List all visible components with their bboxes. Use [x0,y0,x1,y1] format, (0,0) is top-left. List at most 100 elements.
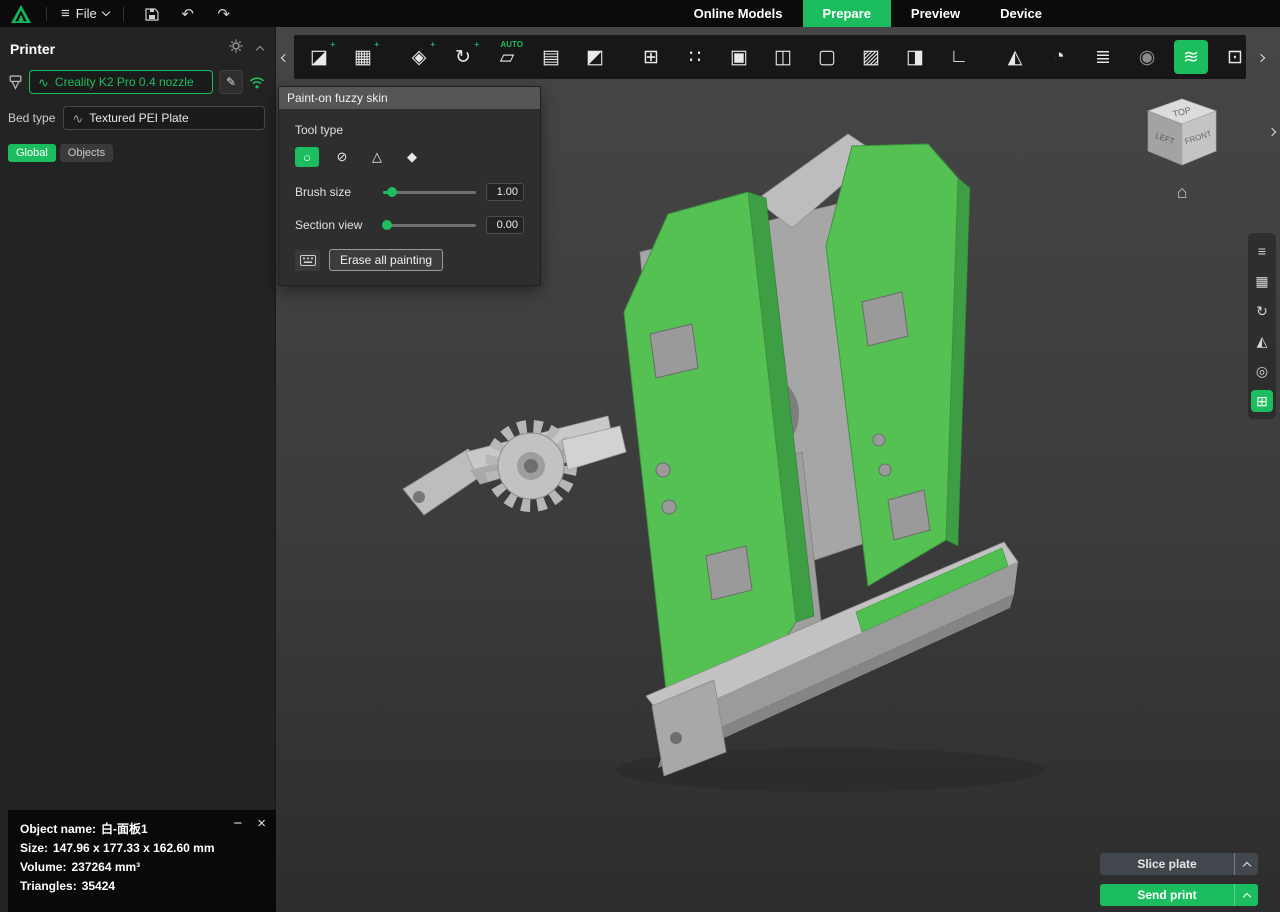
printer-settings-button[interactable] [229,39,243,58]
calibration-button[interactable]: ◎ [1251,360,1273,382]
section-view-slider-thumb[interactable] [382,220,392,230]
brush-size-slider[interactable] [383,191,476,194]
object-volume-value: 237264 mm³ [71,858,140,877]
circle-brush-button[interactable]: ○ [295,147,319,167]
send-options-button[interactable] [1234,884,1258,906]
keyboard-icon [300,255,316,266]
fill-bucket-button[interactable]: ◆ [400,147,424,167]
auto-arrange-button[interactable]: ◈+ [402,40,436,74]
printer-select[interactable]: ∿ Creality K2 Pro 0.4 nozzle [29,70,213,94]
tab-device[interactable]: Device [980,0,1062,27]
save-button[interactable] [138,0,166,27]
sphere-brush-button[interactable]: ⊘ [330,147,354,167]
send-print-button[interactable]: Send print [1100,884,1258,906]
process-apps-button[interactable]: ⊞ [1251,390,1273,412]
simplify-model-icon: ◩ [586,46,604,69]
scope-tab-global[interactable]: Global [8,144,56,162]
add-plate-icon: ▦ [354,46,372,69]
object-name-value: 白-面板1 [101,820,148,839]
height-range-button[interactable]: ≣ [1086,40,1120,74]
toolbar-expand-right-button[interactable] [1254,49,1268,67]
fuzzy-panel-header[interactable]: Paint-on fuzzy skin [279,87,540,109]
wifi-icon[interactable] [249,76,265,89]
fuzzy-skin-painting-button[interactable]: ≋ [1174,40,1208,74]
edit-printer-button[interactable]: ✎ [219,70,243,94]
history-button[interactable]: ↻ [1251,300,1273,322]
chevron-down-icon [101,8,109,16]
auto-clean-button[interactable]: ▱AUTO [490,40,524,74]
home-view-button[interactable]: ⌂ [1140,182,1224,203]
object-list-icon: ≡ [1258,243,1266,259]
slice-options-button[interactable] [1234,853,1258,875]
bounding-box-icon: ▢ [818,46,836,69]
chevron-right-icon [1257,54,1265,62]
height-range-icon: ≣ [1095,46,1111,69]
pattern-grid-button[interactable]: ∷ [678,40,712,74]
divider [46,7,47,21]
brush-size-slider-thumb[interactable] [387,187,397,197]
plate-wave-icon: ∿ [72,112,83,125]
add-model-button[interactable]: ◪+ [302,40,336,74]
hamburger-icon: ≡ [61,5,70,22]
right-toolbar: ≡ ▦ ↻ ◭ ◎ ⊞ [1248,233,1276,419]
plate-table-button[interactable]: ▦ [1251,270,1273,292]
plus-badge: + [474,41,479,49]
viewport-toolbar: ◪+ ▦+ ◈+ ↻+ ▱AUTO ▤ ◩ ⊞ ∷ ▣ ◫ ▢ ▨ ◨ ∟ ◭ … [294,35,1246,79]
simplify-model-button[interactable]: ◩ [578,40,612,74]
manual-support-button[interactable]: ◭ [998,40,1032,74]
object-volume-label: Volume: [20,858,66,877]
section-view-value[interactable]: 0.00 [486,216,524,234]
model-preview-button[interactable]: ◭ [1251,330,1273,352]
undo-icon: ↶ [181,5,194,23]
cross-section-button[interactable]: ▨ [854,40,888,74]
slice-plate-button[interactable]: Slice plate [1100,853,1258,875]
bounding-box-button[interactable]: ▢ [810,40,844,74]
calibration-target-icon: ◎ [1256,363,1268,380]
add-plate-button[interactable]: ▦+ [346,40,380,74]
tab-preview[interactable]: Preview [891,0,980,27]
redo-button[interactable]: ↷ [210,0,238,27]
manual-support-icon: ◭ [1008,46,1023,69]
collapse-panel-button[interactable] [256,46,264,54]
undo-button[interactable]: ↶ [174,0,202,27]
toolbar-collapse-left-button[interactable] [278,49,292,67]
triangle-brush-button[interactable]: △ [365,147,389,167]
assembly-view-button[interactable]: ◫ [766,40,800,74]
frame-tool-button[interactable]: ⊡ [1218,40,1252,74]
tab-online-models[interactable]: Online Models [674,0,803,27]
section-view-slider[interactable] [383,224,476,227]
right-panel-expand-button[interactable] [1265,123,1279,141]
minimize-info-button[interactable]: − [233,816,242,831]
file-menu-button[interactable]: ≡ File [61,5,109,22]
auto-orient-icon: ↻ [455,46,471,69]
plate-actions: Slice plate Send print [1100,853,1258,906]
scope-tab-objects[interactable]: Objects [60,144,113,162]
navigation-cube[interactable]: TOP LEFT FRONT ⌂ [1140,95,1224,203]
measure-icon: ∟ [950,46,969,68]
seam-painting-button[interactable]: ◔ [1042,40,1076,74]
shortcut-help-button[interactable] [295,250,320,271]
fuzzy-panel-title: Paint-on fuzzy skin [287,91,388,105]
tab-prepare[interactable]: Prepare [803,0,891,27]
object-name-line: Object name: 白-面板1 [20,820,264,839]
object-triangles-line: Triangles: 35424 [20,877,264,896]
measure-button[interactable]: ∟ [942,40,976,74]
clone-matrix-button[interactable]: ⊞ [634,40,668,74]
select-region-button[interactable]: ▣ [722,40,756,74]
object-size-label: Size: [20,839,48,858]
erase-all-painting-button[interactable]: Erase all painting [329,249,443,271]
mesh-boolean-button[interactable]: ◨ [898,40,932,74]
fuzzy-skin-panel: Paint-on fuzzy skin Tool type ○ ⊘ △ ◆ Br… [278,86,541,286]
color-painting-button[interactable]: ◉ [1130,40,1164,74]
auto-orient-button[interactable]: ↻+ [446,40,480,74]
plate-table-icon: ▦ [1255,273,1268,290]
object-list-button[interactable]: ≡ [1251,240,1273,262]
close-info-button[interactable]: × [257,816,266,831]
bed-type-select[interactable]: ∿ Textured PEI Plate [63,106,265,130]
chevron-right-icon [1268,128,1276,136]
split-objects-icon: ▤ [542,46,560,69]
clone-matrix-icon: ⊞ [643,46,659,69]
top-menu-bar: ≡ File ↶ ↷ Online Models Prepare Preview… [0,0,1280,27]
brush-size-value[interactable]: 1.00 [486,183,524,201]
split-objects-button[interactable]: ▤ [534,40,568,74]
